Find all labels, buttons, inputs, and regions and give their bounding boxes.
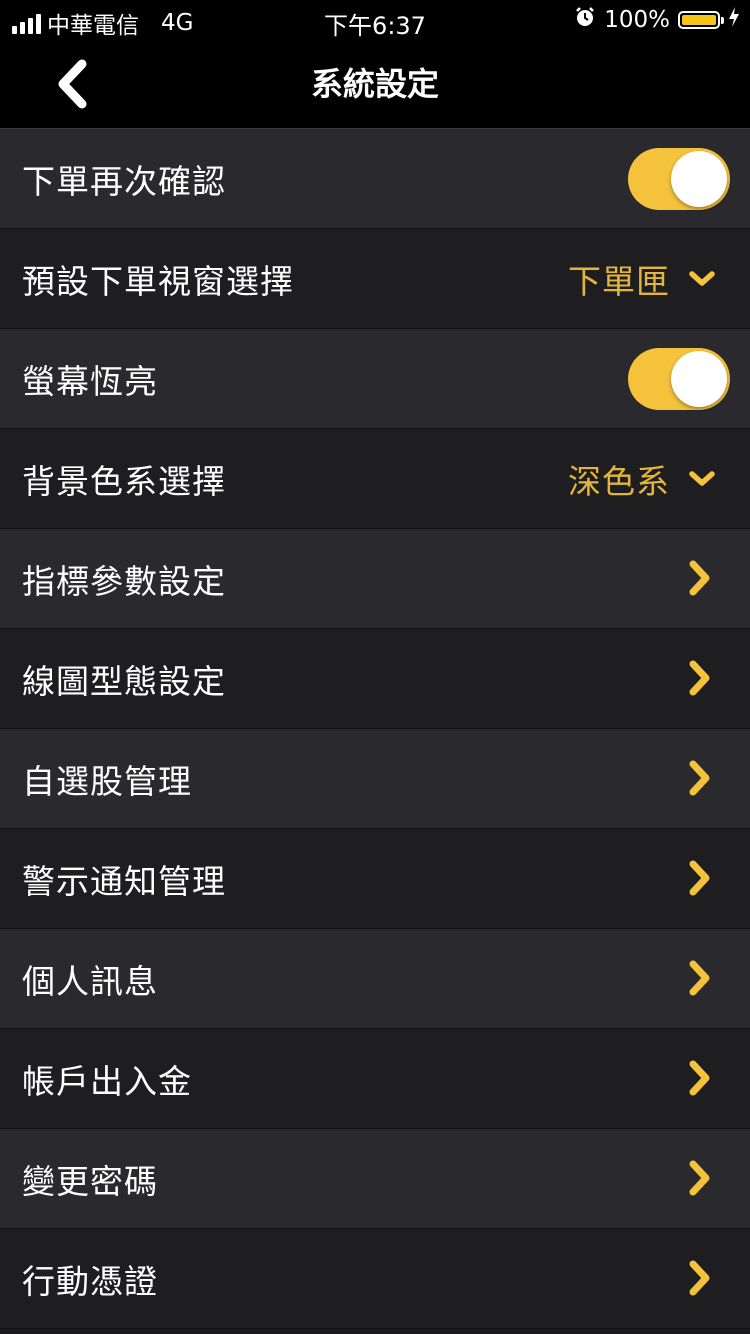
setting-row-personal-info[interactable]: 個人訊息 (0, 929, 750, 1029)
page-title: 系統設定 (310, 65, 439, 103)
alarm-icon (574, 6, 596, 34)
setting-row-screen-on: 螢幕恆亮 (0, 329, 750, 429)
chevron-down-icon (689, 270, 715, 286)
navigation-bar: 系統設定 (0, 40, 750, 129)
setting-row-order-window[interactable]: 預設下單視窗選擇 下單匣 (0, 229, 750, 329)
setting-label: 線圖型態設定 (22, 661, 226, 701)
charging-icon (728, 6, 740, 34)
chevron-right-icon (689, 1260, 710, 1296)
chevron-down-icon (689, 470, 715, 486)
setting-row-chart-style[interactable]: 線圖型態設定 (0, 629, 750, 729)
setting-label: 背景色系選擇 (22, 461, 226, 501)
setting-label: 帳戶出入金 (22, 1061, 192, 1101)
setting-row-watchlist[interactable]: 自選股管理 (0, 729, 750, 829)
chevron-right-icon (689, 660, 710, 696)
setting-row-alert-notify[interactable]: 警示通知管理 (0, 829, 750, 929)
setting-row-indicator-params[interactable]: 指標參數設定 (0, 529, 750, 629)
chevron-right-icon (689, 960, 710, 996)
setting-label: 下單再次確認 (22, 161, 226, 201)
select-value: 深色系 (568, 461, 670, 501)
toggle-knob (671, 351, 727, 407)
chevron-right-icon (689, 760, 710, 796)
setting-label: 自選股管理 (22, 761, 192, 801)
setting-label: 預設下單視窗選擇 (22, 261, 294, 301)
screen-on-toggle[interactable] (628, 348, 730, 410)
order-confirm-toggle[interactable] (628, 148, 730, 210)
battery-icon (678, 11, 724, 29)
setting-row-order-confirm: 下單再次確認 (0, 129, 750, 229)
setting-row-change-password[interactable]: 變更密碼 (0, 1129, 750, 1229)
setting-label: 警示通知管理 (22, 861, 226, 901)
setting-label: 指標參數設定 (22, 561, 226, 601)
toggle-knob (671, 151, 727, 207)
chevron-right-icon (689, 1060, 710, 1096)
battery-percent: 100% (604, 7, 670, 33)
setting-row-background-theme[interactable]: 背景色系選擇 深色系 (0, 429, 750, 529)
setting-label: 螢幕恆亮 (22, 361, 158, 401)
chevron-right-icon (689, 560, 710, 596)
battery-fill (682, 15, 716, 25)
order-window-select[interactable]: 下單匣 (568, 229, 716, 328)
settings-list: 下單再次確認 預設下單視窗選擇 下單匣 螢幕恆亮 背景色系選擇 深色系 指標參數… (0, 129, 750, 1329)
setting-label: 變更密碼 (22, 1161, 158, 1201)
chevron-right-icon (689, 860, 710, 896)
setting-row-deposit-withdraw[interactable]: 帳戶出入金 (0, 1029, 750, 1129)
status-right: 100% (574, 6, 740, 34)
background-theme-select[interactable]: 深色系 (568, 429, 716, 528)
setting-label: 行動憑證 (22, 1261, 158, 1301)
setting-label: 個人訊息 (22, 961, 158, 1001)
setting-row-mobile-cert[interactable]: 行動憑證 (0, 1229, 750, 1329)
select-value: 下單匣 (568, 261, 670, 301)
chevron-right-icon (689, 1160, 710, 1196)
status-bar: 中華電信 4G 下午6:37 100% (0, 0, 750, 40)
